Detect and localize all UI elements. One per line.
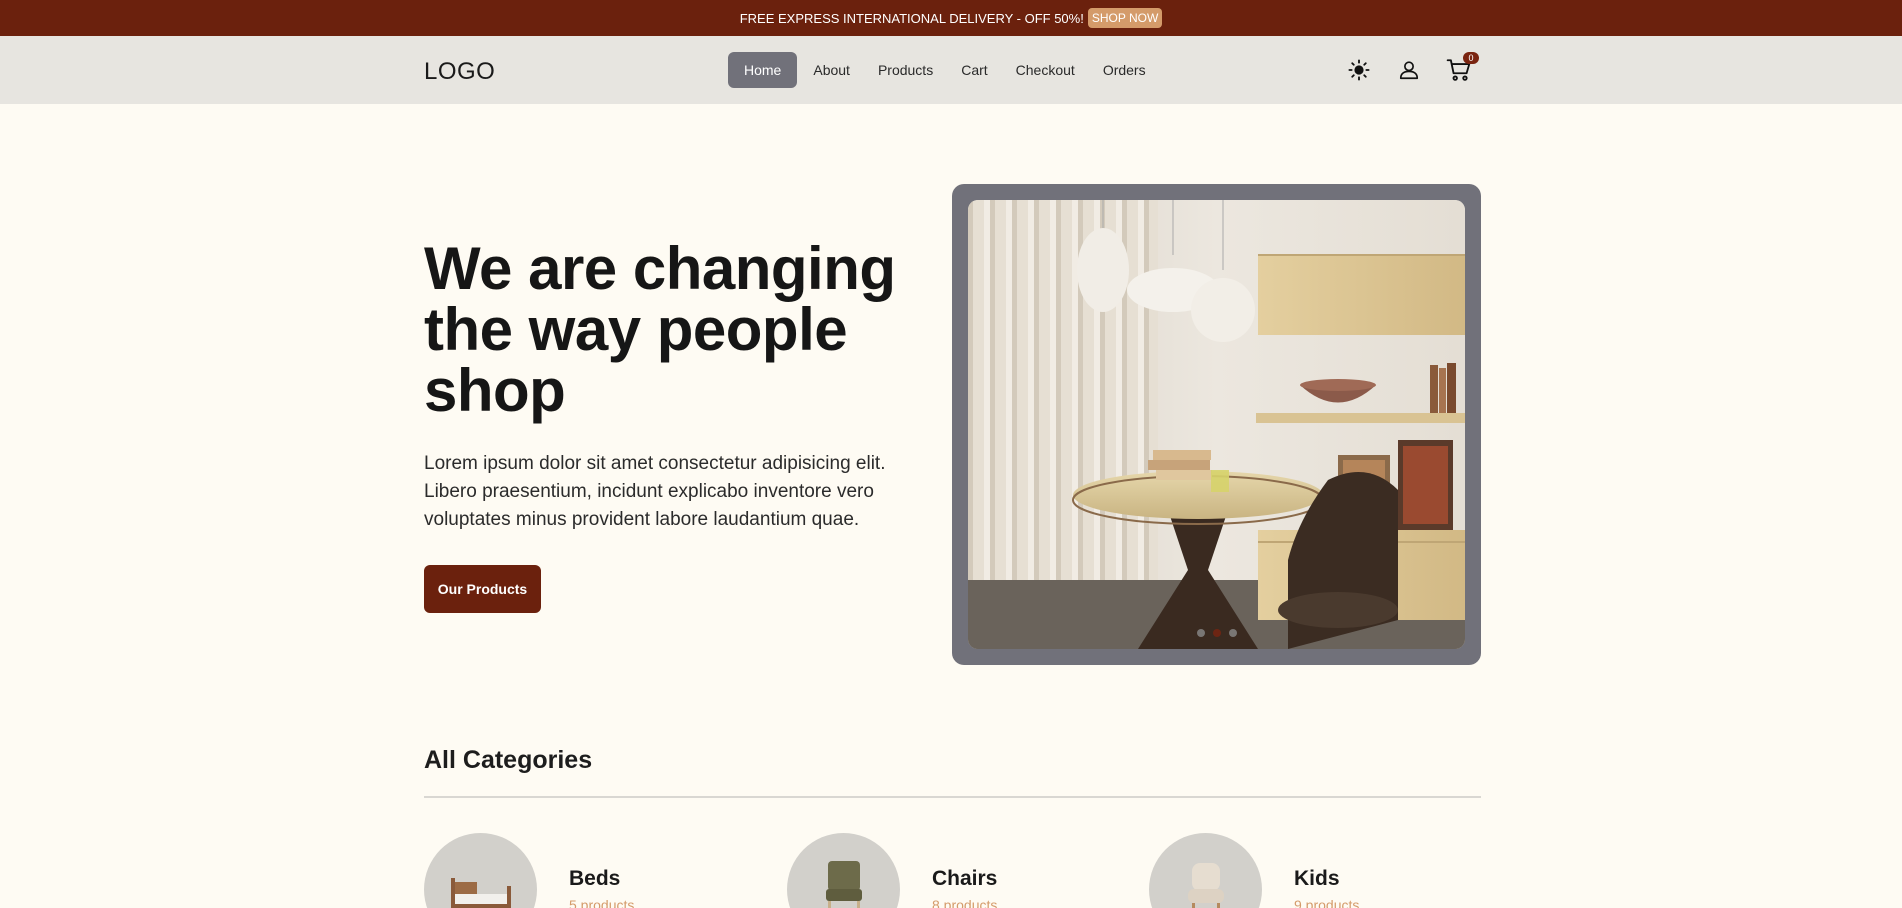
cart-button[interactable]: 0 <box>1445 52 1479 84</box>
category-count: 5 products <box>569 897 635 908</box>
cart-count-badge: 0 <box>1463 52 1479 64</box>
shop-now-link[interactable]: SHOP NOW <box>1087 8 1163 28</box>
category-thumb <box>424 833 537 908</box>
nav-checkout[interactable]: Checkout <box>1004 52 1087 88</box>
nav-orders[interactable]: Orders <box>1091 52 1158 88</box>
account-button[interactable] <box>1395 56 1423 84</box>
main-nav: Home About Products Cart Checkout Orders <box>728 52 1158 88</box>
nav-home[interactable]: Home <box>728 52 798 88</box>
site-header: LOGO Home About Products Cart Checkout O… <box>0 36 1902 104</box>
logo[interactable]: LOGO <box>424 58 495 86</box>
nav-about[interactable]: About <box>801 52 862 88</box>
carousel-dot-active[interactable] <box>1212 629 1221 637</box>
category-card-kids[interactable]: Kids 9 products <box>1149 833 1359 908</box>
nav-cart[interactable]: Cart <box>949 52 999 88</box>
bed-icon <box>450 877 511 908</box>
kids-chair-icon <box>1187 862 1224 908</box>
category-thumb <box>787 833 900 908</box>
category-card-chairs[interactable]: Chairs 8 products <box>787 833 997 908</box>
category-thumb <box>1149 833 1262 908</box>
header-icons: 0 <box>1345 52 1479 84</box>
chair-icon <box>825 860 862 908</box>
categories-heading: All Categories <box>424 746 593 774</box>
sun-icon <box>1348 59 1370 81</box>
promo-text: FREE EXPRESS INTERNATIONAL DELIVERY - OF… <box>739 10 1084 26</box>
hero-carousel[interactable] <box>952 184 1481 665</box>
divider <box>424 796 1481 798</box>
our-products-button[interactable]: Our Products <box>424 565 541 613</box>
user-icon <box>1399 61 1419 80</box>
category-name: Beds <box>569 867 621 890</box>
nav-products[interactable]: Products <box>866 52 945 88</box>
carousel-image <box>968 200 1465 649</box>
category-card-beds[interactable]: Beds 5 products <box>424 833 634 908</box>
category-name: Chairs <box>932 867 998 890</box>
hero-text: Lorem ipsum dolor sit amet consectetur a… <box>424 453 886 530</box>
category-name: Kids <box>1294 867 1340 890</box>
carousel-dots <box>968 629 1465 637</box>
theme-toggle-button[interactable] <box>1345 56 1373 84</box>
dining-room-illustration <box>968 200 1465 649</box>
category-count: 8 products <box>932 897 998 908</box>
promo-bar: FREE EXPRESS INTERNATIONAL DELIVERY - OF… <box>0 0 1902 36</box>
carousel-dot[interactable] <box>1196 629 1205 637</box>
hero-title: We are changing the way people shop <box>424 235 896 424</box>
category-count: 9 products <box>1294 897 1360 908</box>
carousel-dot[interactable] <box>1228 629 1237 637</box>
